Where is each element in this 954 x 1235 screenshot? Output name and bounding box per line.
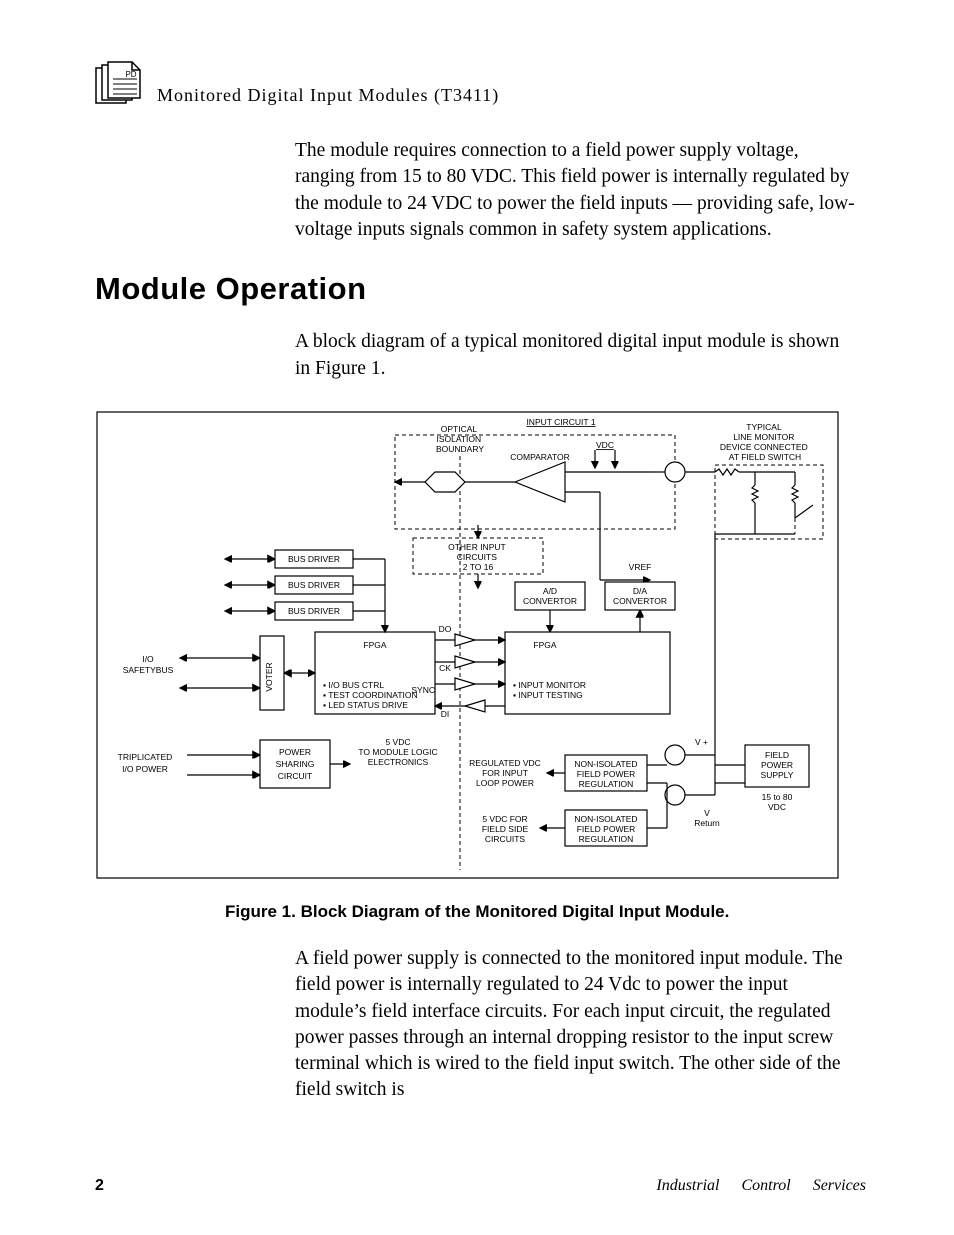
label-bus-driver-2: BUS DRIVER xyxy=(288,580,340,590)
label-input-circuit: INPUT CIRCUIT 1 xyxy=(526,417,595,427)
label-fpga-right: FPGA xyxy=(533,640,556,650)
label-bus-driver-3: BUS DRIVER xyxy=(288,606,340,616)
label-bus-driver-1: BUS DRIVER xyxy=(288,554,340,564)
page-number: 2 xyxy=(95,1177,104,1195)
label-noniso2: NON-ISOLATEDFIELD POWERREGULATION xyxy=(574,814,637,844)
figure-1-block-diagram: INPUT CIRCUIT 1 OPTICAL ISOLATION BOUNDA… xyxy=(95,410,840,880)
label-fpga-left: FPGA xyxy=(363,640,386,650)
figure-caption: Figure 1. Block Diagram of the Monitored… xyxy=(225,902,866,922)
page-header: PD Monitored Digital Input Modules (T341… xyxy=(95,60,866,106)
label-fps: FIELDPOWERSUPPLY xyxy=(761,750,794,780)
footer-brand: Industrial Control Services xyxy=(656,1177,866,1195)
page-footer: 2 Industrial Control Services xyxy=(95,1177,866,1195)
svg-text:CK: CK xyxy=(439,663,451,673)
svg-text:SYNC: SYNC xyxy=(411,685,435,695)
label-noniso1: NON-ISOLATEDFIELD POWERREGULATION xyxy=(574,759,637,789)
label-comparator: COMPARATOR xyxy=(510,452,570,462)
section-heading: Module Operation xyxy=(95,271,866,307)
doc-title: Monitored Digital Input Modules (T3411) xyxy=(157,85,499,106)
after-figure-paragraph: A field power supply is connected to the… xyxy=(295,946,856,1104)
label-fpga-right-bullets: ▪ INPUT MONITOR ▪ INPUT TESTING xyxy=(513,680,588,700)
document-stack-icon: PD xyxy=(95,60,143,106)
page: PD Monitored Digital Input Modules (T341… xyxy=(0,0,954,1235)
label-vplus: V + xyxy=(695,737,708,747)
label-voter: VOTER xyxy=(264,662,274,691)
svg-text:DI: DI xyxy=(441,709,450,719)
intro-paragraph: The module requires connection to a fiel… xyxy=(295,138,856,243)
lead-paragraph: A block diagram of a typical monitored d… xyxy=(295,329,856,382)
label-5vdc-field: 5 VDC FORFIELD SIDECIRCUITS xyxy=(482,814,529,844)
label-power-sharing: POWERSHARINGCIRCUIT xyxy=(276,747,315,781)
label-vref: VREF xyxy=(629,562,652,572)
doc-icon-label: PD xyxy=(125,70,136,79)
label-vdc: VDC xyxy=(596,440,614,450)
svg-text:DO: DO xyxy=(439,624,452,634)
block-diagram-svg: INPUT CIRCUIT 1 OPTICAL ISOLATION BOUNDA… xyxy=(95,410,840,880)
label-optical-isolation: OPTICAL ISOLATION BOUNDARY xyxy=(436,424,484,454)
